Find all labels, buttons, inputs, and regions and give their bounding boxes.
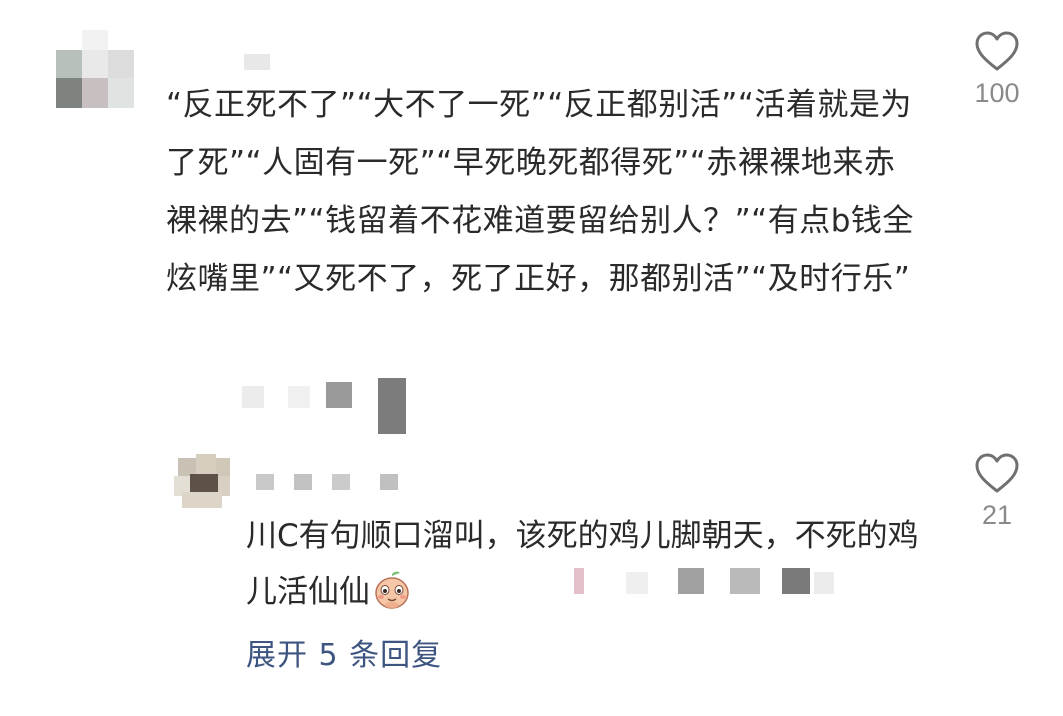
peach-face-icon [372, 570, 412, 610]
reply-text-content: 川C有句顺口溜叫，该死的鸡儿脚朝天，不死的鸡儿活仙仙 [246, 518, 919, 610]
expand-replies-link[interactable]: 展开 5 条回复 [246, 630, 442, 674]
reply-username-obscured[interactable] [254, 470, 404, 492]
like-button[interactable]: 100 [952, 30, 1042, 109]
heart-icon [975, 453, 1019, 493]
avatar[interactable] [52, 30, 136, 110]
username-obscured[interactable] [244, 54, 270, 72]
reply-like-button[interactable]: 21 [952, 452, 1042, 531]
comment-text: “反正死不了”“大不了一死”“反正都别活”“活着就是为了死”“人固有一死”“早死… [166, 87, 914, 297]
reply-text: 川C有句顺口溜叫，该死的鸡儿脚朝天，不死的鸡儿活仙仙 [246, 508, 926, 620]
heart-icon [975, 31, 1019, 71]
like-count: 100 [974, 78, 1020, 108]
comment-meta-obscured [242, 376, 412, 436]
reply-meta-obscured [574, 566, 844, 596]
reply-avatar[interactable] [172, 452, 232, 508]
reply-like-count: 21 [981, 500, 1013, 530]
